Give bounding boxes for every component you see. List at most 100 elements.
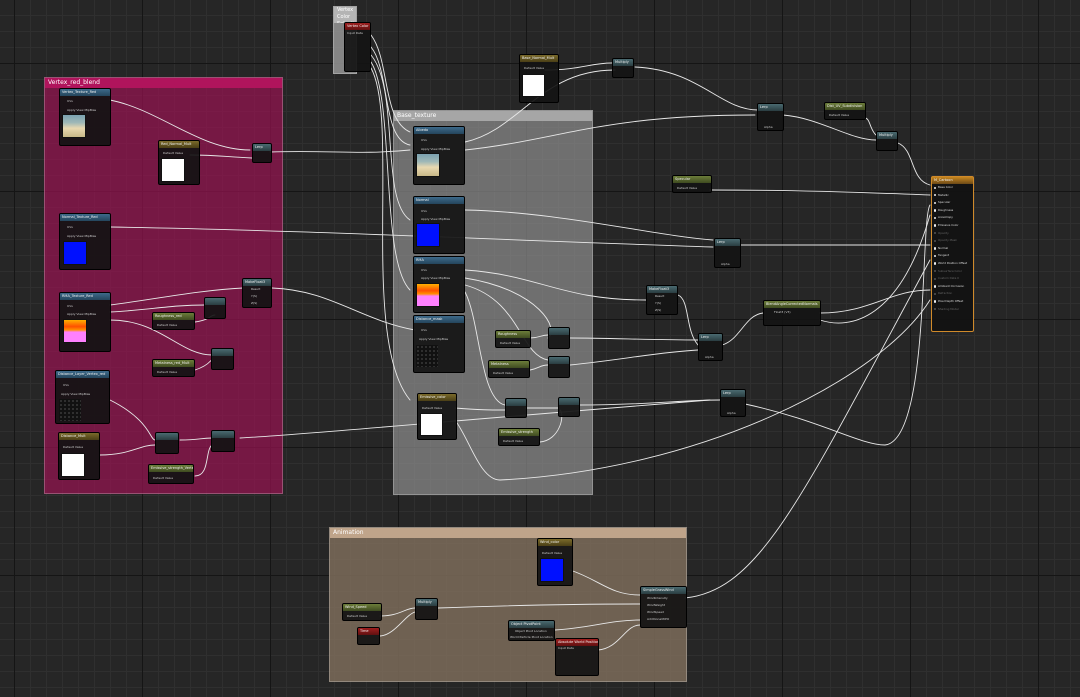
wire xyxy=(529,334,549,339)
param-red-normal-mult[interactable]: Red_Normal_Mult Default Value xyxy=(158,140,200,185)
node-title: Time xyxy=(358,628,379,635)
param-dist-uv-subdivision[interactable]: Dist_UV_Subdivision Default Value xyxy=(824,102,866,120)
texture-sample-base-rma[interactable]: RMA UVs Apply View MipBias xyxy=(413,256,465,313)
make-float3-red[interactable]: MakeFloat3 Result Y(S) Z(S) xyxy=(242,278,272,308)
node-title: Metalness_red_Mult xyxy=(153,360,194,367)
material-input-pin[interactable]: Anisotropy xyxy=(932,214,973,222)
lerp-node-red-1[interactable]: Lerp xyxy=(252,143,272,163)
default-value-label: Default Value xyxy=(677,186,698,190)
wire xyxy=(864,117,877,136)
material-input-pin[interactable]: Subsurface Color xyxy=(932,268,973,276)
material-input-pin[interactable]: Specular xyxy=(932,199,973,207)
pin-uvs: UVs xyxy=(421,138,427,142)
multiply-red-b[interactable] xyxy=(211,348,234,370)
node-title: Object PivotPoint xyxy=(509,621,554,628)
node-title: Vertex_Texture_Red xyxy=(60,89,110,96)
node-title: Red_Normal_Mult xyxy=(159,141,199,148)
multiply-red-a[interactable] xyxy=(204,297,226,319)
param-wind-color[interactable]: Wind_color Default Value xyxy=(537,538,573,586)
material-input-pin[interactable]: Tangent xyxy=(932,252,973,260)
absolute-world-position-node[interactable]: Absolute World Position Input Data xyxy=(555,638,599,676)
wire xyxy=(529,364,549,371)
node-title: MakeFloat3 xyxy=(243,279,271,286)
pin-apply-view-mipbias: Apply View MipBias xyxy=(421,147,451,151)
default-value-label: Default Value xyxy=(163,151,184,155)
param-wind-speed[interactable]: Wind_Speed Default Value xyxy=(342,603,382,621)
lerp-red-final-b[interactable] xyxy=(211,430,235,452)
wire xyxy=(109,304,206,313)
texture-sample-base-normal[interactable]: Normal UVs Apply View MipBias xyxy=(413,196,465,254)
wire xyxy=(271,287,416,331)
param-specular[interactable]: Specular Default Value xyxy=(672,175,712,193)
vertex-color-node[interactable]: Vertex Color Input Data xyxy=(344,22,371,72)
param-emissive-strength[interactable]: Emissive_strength Default Value xyxy=(498,428,540,446)
material-input-pin[interactable]: Metallic xyxy=(932,192,973,200)
material-input-pin[interactable]: Pixel Depth Offset xyxy=(932,298,973,306)
wire xyxy=(179,437,213,441)
texture-sample-base-albedo[interactable]: Albedo UVs Apply View MipBias xyxy=(413,126,465,185)
multiply-emissive-b[interactable] xyxy=(558,397,580,417)
texture-sample-red-base[interactable]: Vertex_Texture_Red UVs Apply View MipBia… xyxy=(59,88,111,146)
material-input-pin[interactable]: Normal xyxy=(932,245,973,253)
param-metalness[interactable]: Metalness Default Value xyxy=(488,360,530,378)
node-title: Lerp xyxy=(721,390,745,397)
multiply-emissive-a[interactable] xyxy=(505,398,527,418)
material-input-pin[interactable]: Ambient Occlusion xyxy=(932,283,973,291)
material-input-pin[interactable]: Roughness xyxy=(932,207,973,215)
node-title: Emissive_strength_Vertex_red xyxy=(149,465,193,472)
multiply-top[interactable]: Multiply xyxy=(612,58,634,78)
material-input-pin[interactable]: Shading Model xyxy=(932,306,973,314)
param-metalness-red[interactable]: Metalness_red_Mult Default Value xyxy=(152,359,195,377)
material-input-pin[interactable]: Custom Data 0 xyxy=(932,275,973,283)
material-input-pin[interactable]: Emissive Color xyxy=(932,222,973,230)
texture-sample-red-normal[interactable]: Normal_Texture_Red UVs Apply View MipBia… xyxy=(59,213,111,270)
material-output-node[interactable]: M_Cartoon Base Color Metallic Specular Roug… xyxy=(931,176,974,332)
lerp-rma[interactable]: Lerp Alpha xyxy=(698,333,723,361)
pin-result: Result xyxy=(251,287,261,291)
param-roughness-red[interactable]: Roughness_red Default Value xyxy=(152,312,195,330)
texture-sample-red-rma[interactable]: RMA_Texture_Red UVs Apply View MipBias xyxy=(59,292,111,352)
wire xyxy=(569,569,641,596)
material-input-pin[interactable]: Opacity Mask xyxy=(932,237,973,245)
blend-angle-corrected-normals[interactable]: BlendAngleCorrectedNormals Float3 (V3) xyxy=(763,300,821,326)
pin-uvs: UVs xyxy=(67,99,73,103)
material-input-pin[interactable]: Refraction xyxy=(932,290,973,298)
param-emissive-color[interactable]: Emissive_color Default Value xyxy=(417,393,457,440)
wire xyxy=(454,407,506,411)
pin-object-pivot-location: Object Pivot Location xyxy=(515,629,547,633)
make-float3-base[interactable]: MakeFloat3 Result Y(S) Z(S) xyxy=(646,285,678,315)
wire xyxy=(370,54,411,221)
param-roughness[interactable]: Roughness Default Value xyxy=(495,330,531,348)
pin-uvs: UVs xyxy=(421,268,427,272)
node-title: Specular xyxy=(673,176,711,183)
pin-apply-view-mipbias: Apply View MipBias xyxy=(421,217,451,221)
pin-additional-wpo: AdditionalWPO xyxy=(647,617,670,621)
default-value-label: Default Value xyxy=(500,341,521,345)
pin-uvs: UVs xyxy=(67,225,73,229)
material-input-pin[interactable]: Base Color xyxy=(932,184,973,192)
material-input-pin[interactable]: World Position Offset xyxy=(932,260,973,268)
multiply-base-metalness[interactable] xyxy=(548,356,570,378)
lerp-emissive[interactable]: Lerp Alpha xyxy=(720,389,746,417)
wire xyxy=(194,359,213,371)
lerp-normal[interactable]: Lerp Alpha xyxy=(714,238,741,268)
texture-sample-base-distance-mask[interactable]: Distance_mask UVs Apply View MipBias xyxy=(413,315,465,373)
texture-sample-red-distance[interactable]: Distance_Layer_Vertex_red UVs Apply View… xyxy=(55,370,110,424)
lerp-base-color[interactable]: Lerp Alpha xyxy=(757,103,784,131)
lerp-red-final-a[interactable] xyxy=(155,432,179,454)
simple-grass-wind-node[interactable]: SimpleGrassWind WindIntensity WindWeight… xyxy=(640,586,687,628)
material-input-pin[interactable]: Opacity xyxy=(932,230,973,238)
time-node[interactable]: Time xyxy=(357,627,380,645)
multiply-base-roughness[interactable] xyxy=(548,327,570,349)
wire xyxy=(819,214,931,324)
default-value-label: Default Value xyxy=(503,439,524,443)
param-emissive-strength-red[interactable]: Emissive_strength_Vertex_red Default Val… xyxy=(148,464,194,484)
param-distance-mult[interactable]: Distance_Mult Default Value xyxy=(58,432,100,480)
default-value-label: Default Value xyxy=(153,476,174,480)
pin-wind-speed: WindSpeed xyxy=(647,610,664,614)
multiply-final[interactable]: Multiply xyxy=(876,131,898,151)
param-base-normal-mult[interactable]: Base_Normal_Mult Default Value xyxy=(519,54,559,103)
material-graph-canvas[interactable]: Vertex Color Selection Vertex_red_blend … xyxy=(0,0,1080,697)
object-pivot-point-node[interactable]: Object PivotPoint Object Pivot Location … xyxy=(508,620,555,641)
multiply-wind[interactable]: Multiply xyxy=(415,598,438,620)
